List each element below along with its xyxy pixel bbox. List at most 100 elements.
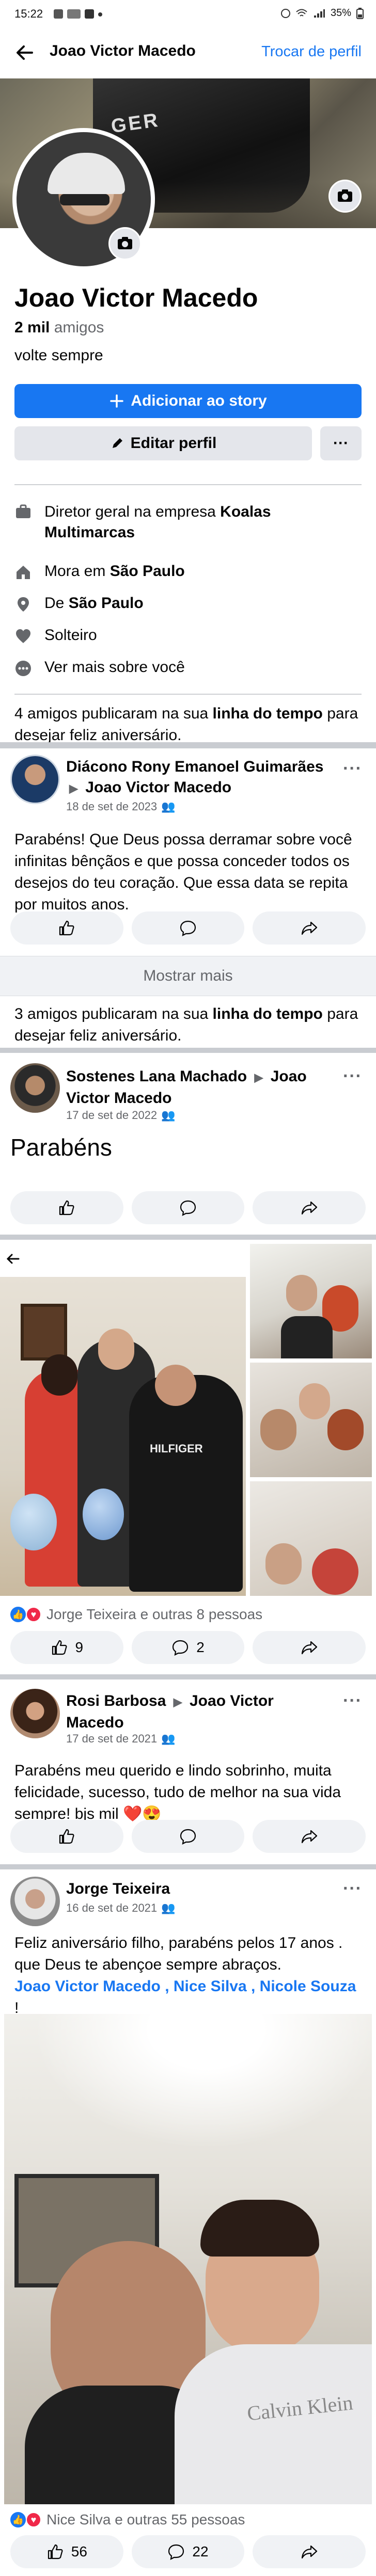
post-3-actions: [10, 1820, 366, 1853]
post-4-author[interactable]: Jorge Teixeira: [66, 1879, 324, 1899]
share-button[interactable]: [253, 2535, 366, 2568]
post-3-menu-button[interactable]: ···: [343, 1691, 362, 1711]
family-photo-main[interactable]: HILFIGER: [0, 1277, 246, 1596]
arrow-left-icon: [6, 1254, 20, 1264]
post-4-menu-button[interactable]: ···: [343, 1879, 362, 1899]
like-reaction-icon: 👍: [10, 1607, 26, 1622]
post-2-date[interactable]: 17 de set de 2022: [66, 1109, 157, 1122]
comment-count: 22: [192, 2543, 209, 2559]
post-4-date[interactable]: 16 de set de 2021: [66, 1901, 157, 1915]
section-band: [0, 1864, 376, 1869]
intro-lives-prefix: Mora em: [44, 563, 110, 580]
arrow-left-icon: [17, 45, 33, 60]
post-3-author[interactable]: Rosi Barbosa: [66, 1692, 166, 1709]
like-button[interactable]: 9: [10, 1631, 123, 1664]
appbar-title: Joao Victor Macedo: [50, 42, 196, 59]
thumbs-up-icon: [52, 1640, 67, 1655]
intro-lives: Mora em São Paulo: [14, 563, 185, 581]
post-3-date[interactable]: 17 de set de 2021: [66, 1732, 157, 1746]
intro-relationship: Solteiro: [14, 627, 97, 645]
family-photo-thumb-3[interactable]: [250, 1481, 372, 1596]
post-2-menu-button[interactable]: ···: [343, 1066, 362, 1086]
post-1-target[interactable]: Joao Victor Macedo: [85, 779, 231, 796]
notice-1-prefix: 4 amigos publicaram na sua: [14, 705, 213, 722]
like-button[interactable]: [10, 1191, 123, 1224]
post-4-meta: 16 de set de 2021 👥: [66, 1901, 176, 1915]
battery-icon: [356, 7, 364, 19]
edit-profile-label: Editar perfil: [130, 435, 217, 452]
comment-button[interactable]: 2: [131, 1631, 245, 1664]
section-divider: [14, 484, 362, 485]
friends-count-line[interactable]: 2 mil amigos: [14, 319, 104, 337]
post-1-menu-button[interactable]: ···: [343, 759, 362, 779]
post-2-text: Parabéns: [10, 1134, 112, 1161]
home-icon: [17, 566, 30, 579]
post-1-author[interactable]: Diácono Rony Emanoel Guimarães: [66, 758, 323, 775]
post-4-sep-1: ,: [160, 1978, 174, 1995]
see-more-about-label: Ver mais sobre você: [44, 659, 185, 676]
family-photo-thumb-2[interactable]: [250, 1363, 372, 1477]
comment-button[interactable]: [131, 911, 245, 945]
back-button[interactable]: [12, 40, 37, 65]
alarm-icon: [280, 8, 290, 18]
family-photo-thumb-1[interactable]: [250, 1244, 372, 1358]
man-figure: [129, 1375, 243, 1592]
post-2-actions: [10, 1191, 366, 1224]
post-3-avatar[interactable]: [10, 1689, 60, 1738]
like-button[interactable]: [10, 911, 123, 945]
post-4-avatar[interactable]: [10, 1877, 60, 1926]
post-4-sep-2: ,: [246, 1978, 260, 1995]
edit-profile-button[interactable]: Editar perfil: [14, 426, 312, 460]
intro-from-city: São Paulo: [68, 595, 144, 612]
post-3-text: Parabéns meu querido e lindo sobrinho, m…: [14, 1762, 341, 1822]
battery-percent: 35%: [330, 7, 351, 19]
thumb-1-face: [286, 1275, 317, 1311]
post-4-reactions[interactable]: 👍 ♥ Nice Silva e outras 55 pessoas: [10, 2511, 245, 2528]
app-notification-icon: [85, 9, 94, 19]
post-4-tag-1[interactable]: Joao Victor Macedo: [14, 1978, 161, 1995]
comment-button[interactable]: 22: [131, 2535, 245, 2568]
show-more-button[interactable]: Mostrar mais: [0, 956, 376, 996]
comment-button[interactable]: [131, 1191, 245, 1224]
audience-friends-icon: 👥: [161, 1732, 176, 1745]
young-man-hair: [200, 2200, 319, 2257]
share-button[interactable]: [253, 1191, 366, 1224]
post-2-author[interactable]: Sostenes Lana Machado: [66, 1068, 247, 1085]
post-4-body: Feliz aniversário filho, parabéns pelos …: [14, 1932, 362, 2019]
post-3-arrow-icon: ▶: [173, 1695, 182, 1708]
comment-button[interactable]: [131, 1820, 245, 1853]
edit-cover-button[interactable]: [328, 180, 362, 213]
add-to-story-button[interactable]: Adicionar ao story: [14, 384, 362, 418]
young-man-shirt: [175, 2344, 372, 2504]
like-button[interactable]: [10, 1820, 123, 1853]
see-more-about-button[interactable]: Ver mais sobre você: [14, 659, 185, 677]
signal-icon: [314, 9, 325, 18]
post-1-date[interactable]: 18 de set de 2023: [66, 800, 157, 813]
post-4-photo[interactable]: Calvin Klein: [4, 2014, 372, 2504]
post-1-avatar[interactable]: [10, 755, 60, 804]
like-count: 56: [71, 2543, 87, 2559]
thumbs-up-icon: [59, 1200, 74, 1215]
share-button[interactable]: [253, 1631, 366, 1664]
photo-collage-post[interactable]: HILFIGER: [0, 1240, 376, 1601]
thumbs-up-icon: [59, 1829, 74, 1844]
profile-more-button[interactable]: ···: [320, 426, 362, 460]
add-to-story-label: Adicionar ao story: [131, 392, 267, 409]
post-4-tag-3[interactable]: Nicole Souza: [260, 1978, 356, 1995]
friends-count: 2 mil: [14, 319, 50, 336]
edit-avatar-button[interactable]: [108, 227, 142, 260]
section-divider: [14, 694, 362, 695]
photo-post-reactions[interactable]: 👍 ♥ Jorge Teixeira e outras 8 pessoas: [10, 1606, 262, 1623]
balloon-left: [10, 1494, 57, 1550]
audience-friends-icon: 👥: [161, 1109, 176, 1122]
share-button[interactable]: [253, 1820, 366, 1853]
switch-profile-link[interactable]: Trocar de perfil: [261, 43, 362, 60]
post-4-tag-2[interactable]: Nice Silva: [174, 1978, 247, 1995]
like-button[interactable]: 56: [10, 2535, 123, 2568]
friends-word: amigos: [54, 319, 104, 336]
notice-1-timeline: linha do tempo: [212, 705, 323, 722]
share-button[interactable]: [253, 911, 366, 945]
post-2-avatar[interactable]: [10, 1063, 60, 1113]
intro-relationship-text: Solteiro: [44, 627, 97, 644]
avatar-cap: [48, 153, 125, 194]
